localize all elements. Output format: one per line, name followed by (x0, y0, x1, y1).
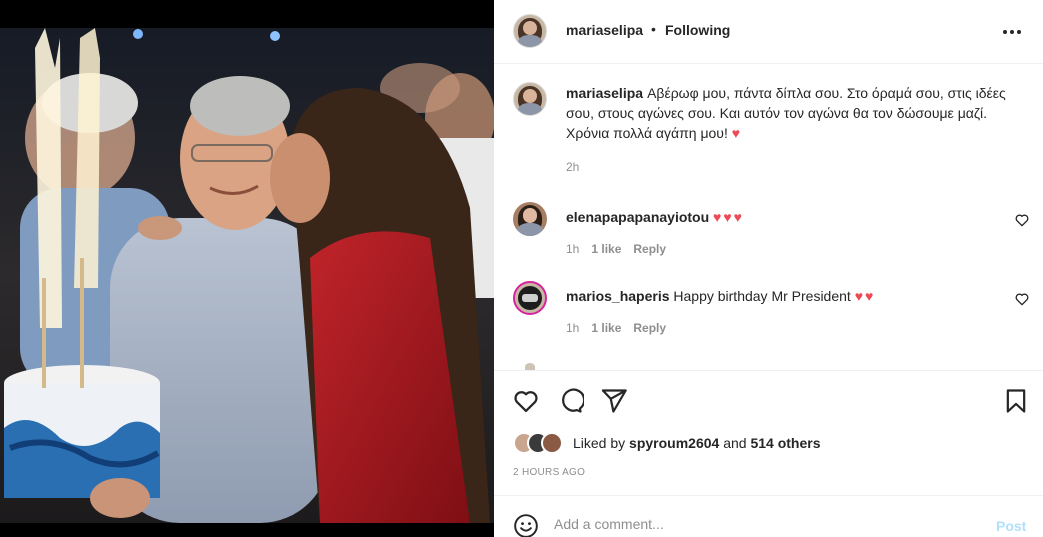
comment-time[interactable]: 1h (566, 242, 579, 256)
caption-text: mariaselipa Αβέρωφ μου, πάντα δίπλα σου. … (566, 83, 1016, 143)
liked-by-prefix: Liked by (573, 435, 626, 451)
comment-meta: 1h 1 like Reply (566, 321, 666, 335)
comment-icon[interactable] (556, 387, 586, 415)
comment-meta: 1h 1 like Reply (566, 242, 666, 256)
caption-username[interactable]: mariaselipa (566, 85, 643, 101)
caption-time[interactable]: 2h (566, 160, 579, 174)
comment-like-icon[interactable] (1014, 291, 1030, 307)
liked-by-others[interactable]: 514 others (750, 435, 820, 451)
comment-likes[interactable]: 1 like (591, 242, 621, 256)
comment-item: elenapapapanayiotou ♥♥♥ 1h 1 like Reply (494, 202, 1043, 278)
comment-like-icon[interactable] (1014, 212, 1030, 228)
liked-by-user[interactable]: spyroum2604 (629, 435, 719, 451)
reply-button[interactable]: Reply (633, 242, 666, 256)
liker-avatar[interactable] (541, 432, 563, 454)
author-username[interactable]: mariaselipa (566, 22, 643, 38)
share-icon[interactable] (600, 387, 628, 415)
comments-section[interactable]: mariaselipa Αβέρωφ μου, πάντα δίπλα σου. … (494, 65, 1043, 370)
next-comment-avatar (525, 363, 535, 370)
bookmark-icon[interactable] (1002, 387, 1030, 415)
commenter-avatar[interactable] (513, 202, 547, 236)
comment-text: elenapapapanayiotou ♥♥♥ (566, 209, 744, 225)
heart-icon[interactable] (512, 387, 540, 415)
reply-button[interactable]: Reply (633, 321, 666, 335)
photo-illustration (0, 28, 494, 523)
post-photo[interactable] (0, 0, 494, 537)
comment-text: marios_haperis Happy birthday Mr Preside… (566, 288, 875, 304)
comment-likes[interactable]: 1 like (591, 321, 621, 335)
post-button[interactable]: Post (996, 518, 1026, 534)
heart-emoji: ♥♥♥ (713, 209, 744, 225)
separator-dot: • (651, 21, 656, 37)
commenter-avatar[interactable] (513, 281, 547, 315)
post-timestamp[interactable]: 2 HOURS AGO (513, 467, 585, 478)
post-actions: Liked by spyroum2604 and 514 others 2 HO… (494, 370, 1043, 495)
comment-time[interactable]: 1h (566, 321, 579, 335)
caption-avatar[interactable] (513, 82, 547, 116)
comment-input[interactable] (554, 510, 974, 537)
emoji-icon[interactable] (513, 513, 539, 537)
following-button[interactable]: Following (665, 22, 730, 38)
comment-body: Happy birthday Mr President (673, 288, 851, 304)
liked-by-text: Liked by spyroum2604 and 514 others (573, 435, 821, 451)
heart-emoji: ♥♥ (854, 288, 876, 304)
liked-by-row: Liked by spyroum2604 and 514 others (513, 432, 821, 454)
post-photo-image (0, 28, 494, 523)
heart-emoji: ♥ (731, 125, 743, 141)
more-icon[interactable] (1000, 20, 1024, 44)
post-header: mariaselipa • Following (494, 0, 1043, 64)
add-comment-bar: Post (494, 495, 1043, 537)
comment-item: marios_haperis Happy birthday Mr Preside… (494, 281, 1043, 357)
post-side-panel: mariaselipa • Following mariaselipa Αβέρω… (494, 0, 1043, 537)
commenter-username[interactable]: elenapapapanayiotou (566, 209, 709, 225)
author-avatar[interactable] (513, 14, 547, 48)
liked-by-and: and (723, 435, 747, 451)
commenter-username[interactable]: marios_haperis (566, 288, 670, 304)
